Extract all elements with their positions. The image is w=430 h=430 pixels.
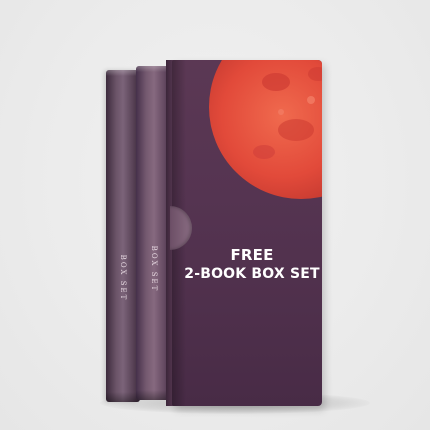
spine-bottom-shade bbox=[106, 392, 140, 402]
red-planet-illustration bbox=[209, 60, 322, 199]
book-spine-2: BOX SET 2 bbox=[106, 70, 140, 402]
spine-title: BOX SET bbox=[150, 245, 158, 293]
cover-headline-line-2: 2-BOOK BOX SET bbox=[184, 266, 320, 282]
cover-headline-line-1: FREE bbox=[230, 246, 274, 264]
spine-title: BOX SET bbox=[119, 254, 127, 302]
product-scene: BOX SET 2 BOX SET 1 bbox=[0, 0, 430, 430]
spine-top-highlight bbox=[106, 70, 140, 76]
box-set-cover: FREE 2-BOOK BOX SET bbox=[172, 60, 322, 406]
